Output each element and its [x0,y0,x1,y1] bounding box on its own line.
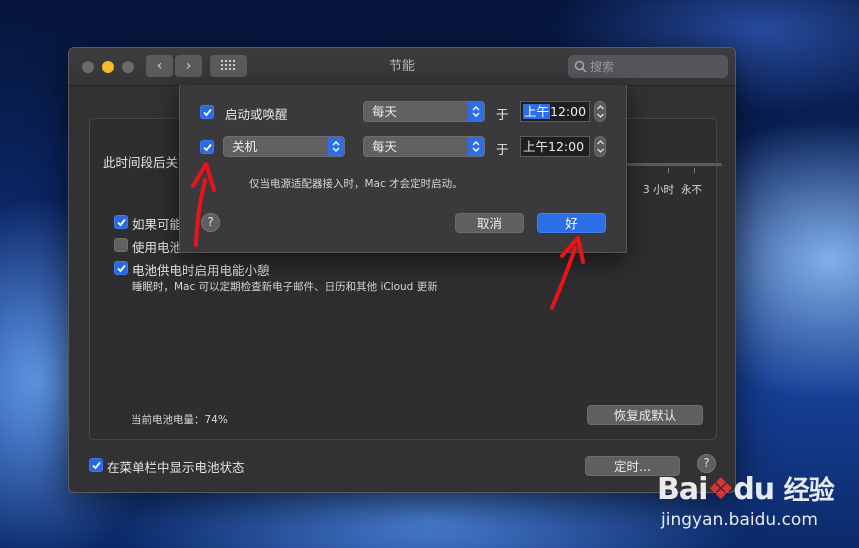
baidu-watermark: Bai❖du 经验 jingyan.baidu.com [657,470,857,542]
watermark-brand: Bai [657,472,708,507]
watermark-brand-suffix: du [733,472,775,507]
watermark-url: jingyan.baidu.com [661,510,818,530]
annotation-arrows [191,162,585,310]
red-arrow-up-left [194,178,207,247]
paw-icon: ❖ [707,472,734,507]
watermark-brand-cn: 经验 [783,476,835,506]
